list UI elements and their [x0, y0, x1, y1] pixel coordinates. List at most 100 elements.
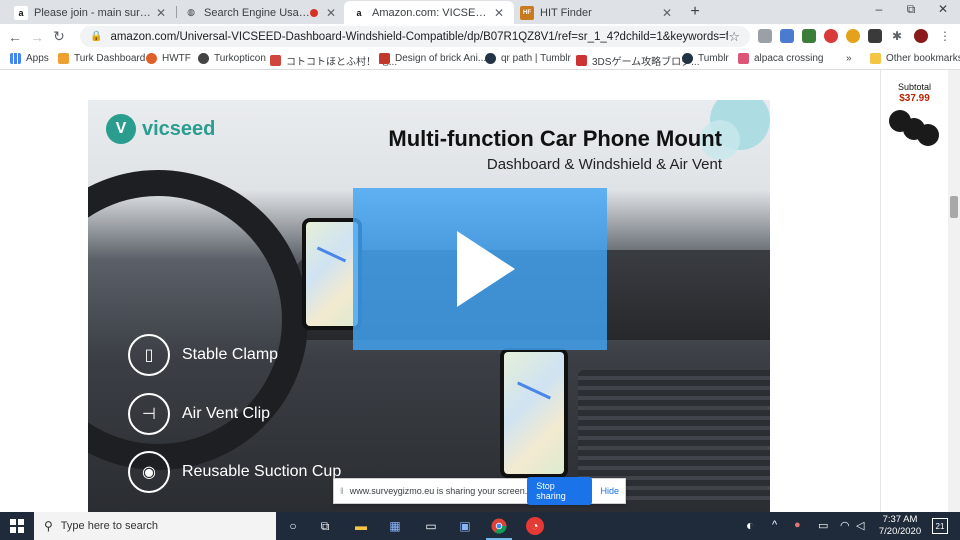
- file-explorer-icon[interactable]: ▬: [352, 517, 370, 535]
- tumblr-icon: [485, 53, 496, 64]
- headline-subtitle: Dashboard & Windshield & Air Vent: [486, 156, 722, 173]
- mail-extension-icon[interactable]: [802, 29, 816, 43]
- play-icon: [457, 231, 515, 307]
- bookmark-hwtf[interactable]: HWTF: [146, 53, 191, 64]
- suction-cup-icon: ◉: [128, 451, 170, 493]
- bookmark-3ds-blog[interactable]: 3DSゲーム攻略ブログ...: [576, 53, 700, 68]
- close-tab-icon[interactable]: ✕: [660, 6, 674, 20]
- forward-button[interactable]: →: [26, 29, 48, 45]
- brand-name: vicseed: [142, 117, 216, 140]
- tab-search-engine-survey[interactable]: ◍ Search Engine Usage Survey ✕: [176, 1, 346, 24]
- pinterest-extension-icon[interactable]: [824, 29, 838, 43]
- globe-icon: ◍: [187, 7, 195, 17]
- bookmark-turkopticon[interactable]: Turkopticon: [198, 53, 266, 64]
- address-bar[interactable]: 🔒 amazon.com/Universal-VICSEED-Dashboard…: [80, 26, 750, 47]
- extensions-puzzle-icon[interactable]: ✱: [892, 29, 906, 43]
- close-window-button[interactable]: ✕: [928, 2, 958, 16]
- wifi-icon[interactable]: ◠: [840, 519, 850, 532]
- tab-survey[interactable]: a Please join - main survey on peo ✕: [6, 1, 176, 24]
- security-icon[interactable]: ●: [794, 519, 801, 531]
- windows-taskbar: ⚲ Type here to search ○ ⧉ ▬ ▦ ▭ ▣ ◔ ◐ ^ …: [0, 512, 960, 540]
- amazon-icon: a: [352, 5, 366, 20]
- hitfinder-extension-icon[interactable]: [868, 29, 882, 43]
- system-clock[interactable]: 7:37 AM 7/20/2020: [870, 514, 930, 538]
- bookmark-other[interactable]: Other bookmarks: [870, 53, 960, 64]
- profile-avatar[interactable]: [914, 29, 928, 43]
- site-icon: [576, 55, 587, 66]
- headline-title: Multi-function Car Phone Mount: [388, 126, 722, 151]
- scrollbar-thumb[interactable]: [950, 196, 958, 218]
- recording-indicator-icon: [310, 8, 318, 17]
- recorder-app-icon[interactable]: ◔: [526, 517, 544, 535]
- bookmark-star-icon[interactable]: ☆: [728, 29, 740, 45]
- subtotal-price: $37.99: [899, 93, 930, 104]
- store-icon[interactable]: ▣: [456, 517, 474, 535]
- restore-button[interactable]: ⧉: [896, 2, 926, 17]
- tab-strip: a Please join - main survey on peo ✕ ◍ S…: [0, 0, 960, 24]
- start-button[interactable]: [0, 512, 34, 540]
- site-icon: [379, 53, 390, 64]
- tab-amazon[interactable]: a Amazon.com: VICSEED Universal ✕: [344, 1, 514, 24]
- cart-subtotal-panel: Subtotal $37.99: [880, 70, 948, 512]
- page-scrollbar[interactable]: [948, 70, 960, 512]
- volume-icon[interactable]: ◁: [856, 519, 864, 532]
- new-tab-button[interactable]: +: [686, 3, 704, 21]
- product-video[interactable]: V vicseed Multi-function Car Phone Mount…: [88, 100, 770, 512]
- clock-date: 7/20/2020: [878, 526, 922, 537]
- tumblr-icon: [682, 53, 693, 64]
- brand-logo: V vicseed: [106, 114, 215, 144]
- apps-grid-icon: [10, 53, 21, 64]
- bookmark-qr-path-tumblr[interactable]: qr path | Tumblr: [485, 53, 571, 64]
- clamp-icon: ▯: [128, 334, 170, 376]
- back-button[interactable]: ←: [4, 29, 26, 45]
- folder-icon: [870, 53, 881, 64]
- minimize-button[interactable]: –: [864, 2, 894, 16]
- hide-button[interactable]: Hide: [600, 486, 619, 496]
- search-icon: ⚲: [44, 519, 53, 533]
- stop-sharing-button[interactable]: Stop sharing: [527, 477, 593, 505]
- notification-center-icon[interactable]: 21: [932, 518, 948, 534]
- video-play-button[interactable]: [353, 188, 607, 350]
- close-tab-icon[interactable]: ✕: [154, 6, 168, 20]
- menu-kebab-icon[interactable]: ⋮: [938, 29, 952, 43]
- bookmark-alpaca-crossing[interactable]: alpaca crossing: [738, 53, 823, 64]
- url-text: amazon.com/Universal-VICSEED-Dashboard-W…: [110, 30, 729, 43]
- eye-icon: [198, 53, 209, 64]
- translate-extension-icon[interactable]: [780, 29, 794, 43]
- bookmark-turk-dashboard[interactable]: Turk Dashboard: [58, 53, 145, 64]
- show-hidden-icons-icon[interactable]: ^: [772, 519, 777, 531]
- reload-button[interactable]: ↻: [48, 28, 70, 45]
- phone-mount-vent: [500, 348, 568, 478]
- amazon-icon: [58, 53, 69, 64]
- site-icon: [270, 55, 281, 66]
- drag-handle-icon[interactable]: ‖: [340, 486, 344, 496]
- weather-icon[interactable]: ◐: [746, 517, 754, 533]
- page-content: V vicseed Multi-function Car Phone Mount…: [0, 70, 960, 512]
- tab-hit-finder[interactable]: HF HIT Finder ✕: [512, 1, 682, 24]
- coin-extension-icon[interactable]: [846, 29, 860, 43]
- site-icon: [738, 53, 749, 64]
- search-placeholder: Type here to search: [60, 520, 159, 532]
- app-icon[interactable]: ▦: [386, 517, 404, 535]
- cart-item-thumbnail[interactable]: [888, 110, 941, 158]
- cortana-icon[interactable]: ○: [284, 517, 302, 535]
- window-app-icon[interactable]: ▭: [422, 517, 440, 535]
- bookmark-tumblr[interactable]: Tumblr: [682, 53, 729, 64]
- bookmark-apps[interactable]: Apps: [10, 53, 49, 64]
- windows-logo-icon: [10, 519, 24, 533]
- bookmarks-overflow-button[interactable]: »: [846, 53, 852, 64]
- close-tab-icon[interactable]: ✕: [324, 6, 338, 20]
- tab-title: Amazon.com: VICSEED Universal: [372, 6, 492, 19]
- taskbar-search-box[interactable]: ⚲ Type here to search: [34, 512, 276, 540]
- task-view-icon[interactable]: ⧉: [316, 517, 334, 535]
- screen-share-notification: ‖ www.surveygizmo.eu is sharing your scr…: [333, 477, 626, 505]
- extension-icon[interactable]: [758, 29, 772, 43]
- bookmarks-bar: Apps Turk Dashboard HWTF Turkopticon コトコ…: [0, 49, 960, 70]
- video-headline: Multi-function Car Phone Mount Dashboard…: [388, 126, 722, 173]
- lock-icon[interactable]: 🔒: [90, 31, 102, 42]
- feature-suction-cup: ◉ Reusable Suction Cup: [128, 451, 341, 493]
- bookmark-design-brick[interactable]: Design of brick Ani...: [379, 53, 486, 64]
- close-tab-icon[interactable]: ✕: [492, 6, 506, 20]
- chrome-icon[interactable]: [486, 517, 512, 540]
- battery-icon[interactable]: ▭: [818, 519, 828, 532]
